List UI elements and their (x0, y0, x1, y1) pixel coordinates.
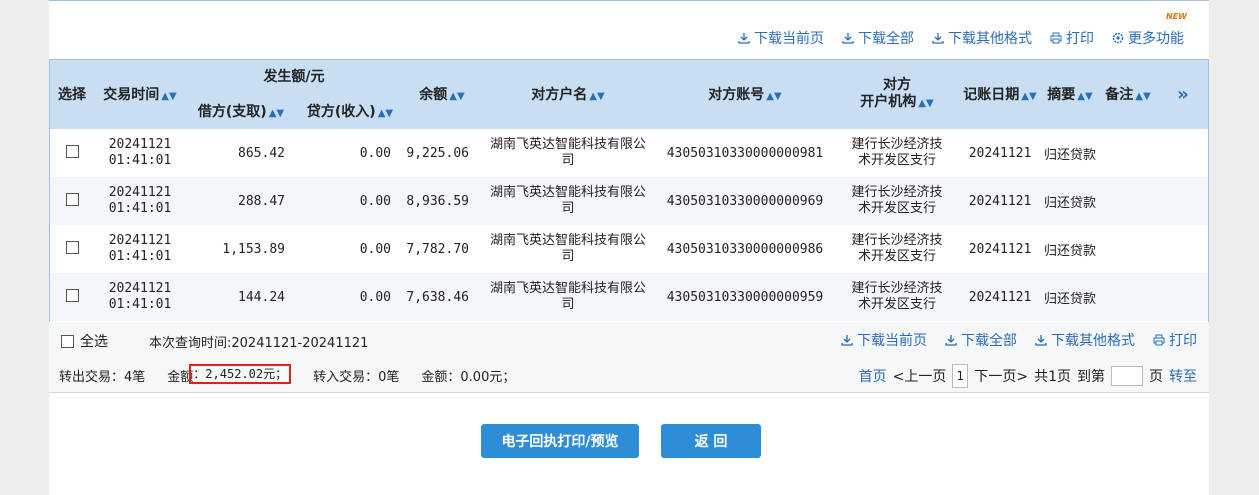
sort-icon: ▲▼ (1135, 91, 1151, 102)
table-footer-actions: 全选 本次查询时间:20241121-20241121 下载当前页 下载全部 下… (49, 322, 1209, 358)
sort-icon: ▲▼ (161, 91, 177, 102)
pagination: 首页 <上一页 1 下一页> 共1页 到第 页 转至 (859, 364, 1197, 388)
download-icon (945, 334, 957, 346)
row-checkbox[interactable] (65, 240, 79, 254)
query-time: 本次查询时间:20241121-20241121 (149, 336, 369, 351)
top-divider (49, 0, 1209, 1)
sort-icon: ▲▼ (1077, 91, 1093, 102)
sort-icon: ▲▼ (449, 91, 465, 102)
back-button[interactable]: 返 回 (661, 424, 761, 458)
col-select-header: 选择 (58, 87, 86, 103)
outgoing-count: 转出交易：4笔 (59, 370, 146, 385)
sort-icon: ▲▼ (766, 91, 782, 102)
footer-download-all-link[interactable]: 下载全部 (945, 330, 1017, 350)
col-amount-group-header: 发生额/元 (263, 69, 325, 85)
sort-icon: ▲▼ (918, 97, 934, 109)
outgoing-amount: 金额：2,452.02元； (167, 364, 292, 385)
select-all-checkbox[interactable] (61, 334, 74, 348)
prev-page-link[interactable]: <上一页 (893, 366, 947, 386)
goto-label: 到第 (1077, 369, 1105, 385)
download-icon (738, 32, 750, 44)
summary-bar: 转出交易：4笔 金额：2,452.02元； 转入交易：0笔 金额：0.00元； … (49, 358, 1209, 393)
sort-icon: ▲▼ (268, 108, 285, 119)
col-balance-header[interactable]: 余额 ▲▼ (403, 59, 481, 129)
download-icon (841, 334, 853, 346)
more-functions-link[interactable]: 更多功能 (1112, 28, 1184, 48)
col-remark-header[interactable]: 备注 ▲▼ (1099, 59, 1157, 129)
print-link[interactable]: 打印 (1050, 28, 1094, 48)
col-counterparty-header[interactable]: 对方户名 ▲▼ (481, 59, 655, 129)
download-other-format-link[interactable]: 下载其他格式 (932, 28, 1032, 48)
footer-print-link[interactable]: 打印 (1153, 330, 1197, 350)
select-all[interactable]: 全选 (61, 331, 108, 351)
col-credit-header[interactable]: 贷方(收入) ▲▼ (297, 93, 403, 129)
col-time-header[interactable]: 交易时间 ▲▼ (95, 59, 185, 129)
top-toolbar: 下载当前页 下载全部 下载其他格式 打印 更多功能 (738, 28, 1184, 48)
download-icon (932, 32, 944, 44)
incoming-count: 转入交易：0笔 (313, 370, 400, 385)
col-debit-header[interactable]: 借方(支取) ▲▼ (185, 93, 297, 129)
incoming-amount: 金额：0.00元； (421, 370, 516, 385)
page-suffix: 页 (1149, 369, 1163, 385)
download-all-link[interactable]: 下载全部 (842, 28, 914, 48)
table-row: 20241121 01:41:01 144.24 0.00 7,638.46 湖南… (49, 273, 1209, 321)
current-page[interactable]: 1 (952, 364, 969, 388)
sort-icon: ▲▼ (377, 108, 394, 119)
footer-download-other-format-link[interactable]: 下载其他格式 (1035, 330, 1135, 350)
col-summary-header[interactable]: 摘要 ▲▼ (1041, 59, 1099, 129)
col-bank-header[interactable]: 对方 开户机构 ▲▼ (835, 59, 959, 129)
table-row: 20241121 01:41:01 1,153.89 0.00 7,782.70 … (49, 225, 1209, 273)
gear-icon (1112, 32, 1124, 44)
table-row: 20241121 01:41:01 865.42 0.00 9,225.06 湖南… (49, 129, 1209, 177)
print-preview-button[interactable]: 电子回执打印/预览 (481, 424, 639, 458)
row-checkbox[interactable] (65, 288, 79, 302)
printer-icon (1153, 334, 1165, 346)
goto-button[interactable]: 转至 (1169, 366, 1197, 386)
highlighted-amount: ：2,452.02元； (189, 364, 292, 384)
sort-icon: ▲▼ (1021, 91, 1037, 102)
footer-download-current-page-link[interactable]: 下载当前页 (841, 330, 927, 350)
first-page-link[interactable]: 首页 (859, 366, 887, 386)
download-current-page-link[interactable]: 下载当前页 (738, 28, 824, 48)
col-post-date-header[interactable]: 记账日期 ▲▼ (959, 59, 1041, 129)
total-pages: 共1页 (1034, 369, 1071, 385)
sort-icon: ▲▼ (589, 91, 605, 102)
next-page-link[interactable]: 下一页> (974, 366, 1028, 386)
footer-toolbar: 下载当前页 下载全部 下载其他格式 打印 (841, 330, 1197, 350)
expand-columns-icon[interactable]: » (1157, 59, 1209, 129)
printer-icon (1050, 32, 1062, 44)
transaction-table: 选择 交易时间 ▲▼ 发生额/元 余额 ▲▼ 对方户名 ▲▼ 对方账号 ▲▼ 对方 开户机… (49, 59, 1209, 321)
table-row: 20241121 01:41:01 288.47 0.00 8,936.59 湖南… (49, 177, 1209, 225)
goto-page-input[interactable] (1111, 366, 1143, 386)
download-icon (1035, 334, 1047, 346)
row-checkbox[interactable] (65, 144, 79, 158)
download-icon (842, 32, 854, 44)
col-account-header[interactable]: 对方账号 ▲▼ (655, 59, 835, 129)
new-badge: NEW (1166, 12, 1187, 21)
row-checkbox[interactable] (65, 192, 79, 206)
